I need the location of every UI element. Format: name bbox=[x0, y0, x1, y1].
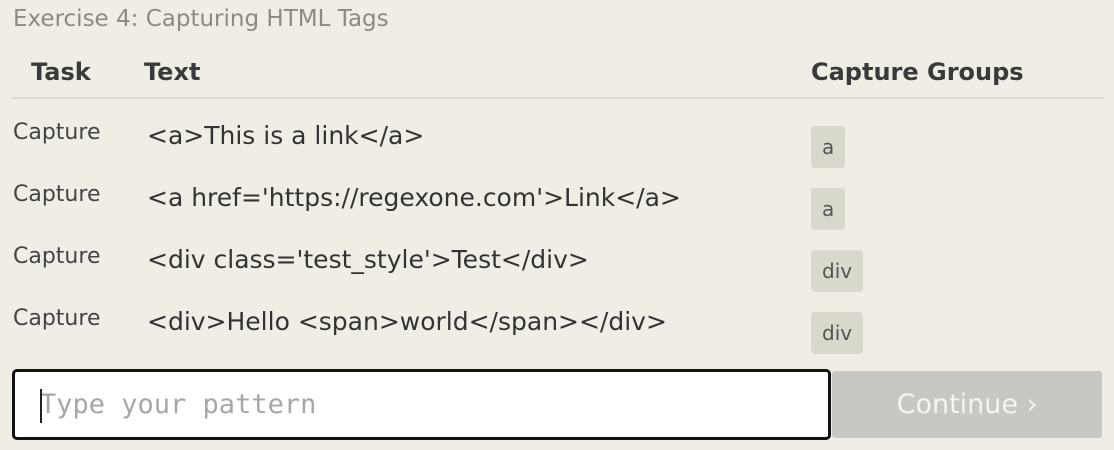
test-string: <a>This is a link</a> bbox=[147, 121, 425, 150]
capture-group-badge: a bbox=[811, 126, 846, 168]
exercise-title: Exercise 4: Capturing HTML Tags bbox=[13, 6, 389, 32]
table-row: Capture <a>This is a link</a> a bbox=[0, 120, 1114, 182]
task-label: Capture bbox=[13, 120, 101, 145]
table-row: Capture <div class='test_style'>Test</di… bbox=[0, 244, 1114, 306]
capture-group-badge: div bbox=[811, 312, 864, 354]
test-string: <div>Hello <span>world</span></div> bbox=[147, 307, 667, 336]
column-header-capture-groups: Capture Groups bbox=[811, 58, 1024, 86]
column-header-text: Text bbox=[144, 58, 201, 86]
header-divider bbox=[12, 97, 1104, 99]
pattern-input[interactable] bbox=[15, 372, 828, 437]
continue-button[interactable]: Continue › bbox=[832, 371, 1102, 438]
column-header-task: Task bbox=[31, 58, 91, 86]
capture-group-badge: a bbox=[811, 188, 846, 230]
exercise-page: Exercise 4: Capturing HTML Tags Task Tex… bbox=[0, 0, 1114, 450]
capture-group-badge: div bbox=[811, 250, 864, 292]
test-string: <a href='https://regexone.com'>Link</a> bbox=[147, 183, 681, 212]
test-string: <div class='test_style'>Test</div> bbox=[147, 245, 589, 274]
task-label: Capture bbox=[13, 182, 101, 207]
task-label: Capture bbox=[13, 244, 101, 269]
table-row: Capture <div>Hello <span>world</span></d… bbox=[0, 306, 1114, 368]
pattern-input-container[interactable] bbox=[12, 369, 831, 440]
task-label: Capture bbox=[13, 306, 101, 331]
table-row: Capture <a href='https://regexone.com'>L… bbox=[0, 182, 1114, 244]
text-caret bbox=[40, 389, 42, 423]
